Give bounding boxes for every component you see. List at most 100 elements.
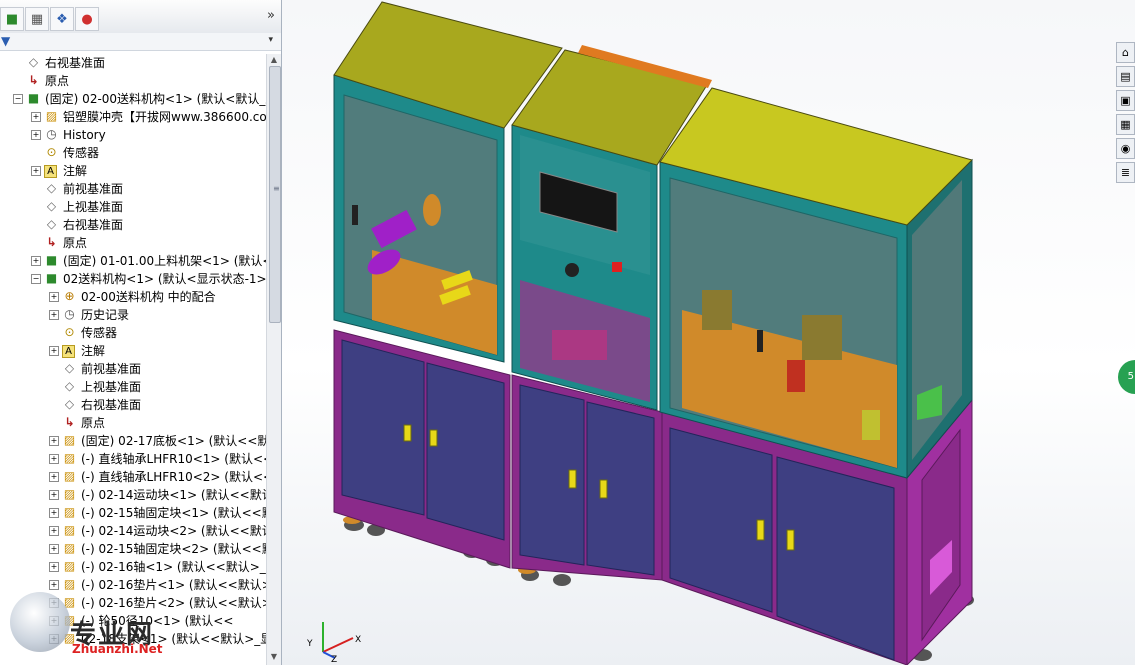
triad-z-label: Z: [331, 655, 337, 662]
file-explorer-icon[interactable]: ▣: [1116, 90, 1135, 111]
tree-node-label: (-) 02-14运动块<2> (默认<<默认>_: [81, 524, 266, 538]
tree-node-label: 注解: [63, 164, 88, 178]
assembly-icon: ■: [27, 91, 40, 105]
part-icon: ▨: [63, 433, 76, 447]
tree-node-label: (-) 02-14运动块<1> (默认<<默认>_: [81, 488, 266, 502]
plane-icon: ◇: [64, 379, 75, 393]
view-palette-icon[interactable]: ▦: [1116, 114, 1135, 135]
tree-node-label: 右视基准面: [45, 56, 106, 70]
machine-model: [333, 1, 974, 665]
origin-icon: ↳: [64, 415, 75, 429]
tree-node-label: 右视基准面: [63, 218, 124, 232]
feature-tree: ◇ 右视基准面 ↳ 原点 − ■ (固定) 02-00送料机构<1> (默认<默认_显示 + ▨…: [0, 54, 266, 665]
plane-icon: ◇: [64, 361, 75, 375]
expand-icon[interactable]: +: [49, 454, 59, 464]
sensor-icon: ⊙: [46, 145, 57, 159]
history-icon: ◷: [46, 127, 57, 141]
graphics-area[interactable]: ⌂ ▤ ▣ ▦ ◉ ≣ 5: [282, 0, 1135, 665]
tree-node-label: 前视基准面: [81, 362, 142, 376]
expand-icon[interactable]: +: [49, 436, 59, 446]
panel-toolbar: ■ ▦ ❖ ● »: [0, 0, 281, 34]
annotation-icon: A: [62, 345, 75, 358]
coordinate-triad: Y X Z: [306, 622, 361, 662]
watermark-logo-icon: [10, 592, 70, 652]
annotation-icon: A: [44, 165, 57, 178]
tree-node-label: 原点: [45, 74, 70, 88]
tree-node-label: 历史记录: [81, 308, 130, 322]
filter-icon[interactable]: ▼: [1, 34, 10, 48]
tree-node-label: 原点: [81, 416, 106, 430]
part-icon: ▨: [63, 469, 76, 483]
expand-icon[interactable]: +: [49, 292, 59, 302]
tree-node-label: 原点: [63, 236, 88, 250]
display-manager-tab-icon[interactable]: ●: [75, 7, 99, 31]
plane-icon: ◇: [46, 217, 57, 231]
tree-node-label: (-) 直线轴承LHFR10<1> (默认<<默: [81, 452, 266, 466]
tree-node-label: (固定) 02-17底板<1> (默认<<默认>: [81, 434, 266, 448]
expand-icon[interactable]: +: [49, 526, 59, 536]
expand-icon[interactable]: +: [31, 130, 41, 140]
tree-node-label: (固定) 02-00送料机构<1> (默认<默认_显示: [45, 92, 266, 106]
tree-node-label: (固定) 01-01.00上料机架<1> (默认<默认: [63, 254, 266, 268]
zoom-badge-label: 5: [1127, 371, 1134, 382]
tree-scrollbar[interactable]: ▲ ≡ ▼: [266, 54, 281, 665]
origin-icon: ↳: [28, 73, 39, 87]
history-icon: ◷: [64, 307, 75, 321]
appearances-icon[interactable]: ◉: [1116, 138, 1135, 159]
tree-node-label: 上视基准面: [81, 380, 142, 394]
tree-node-label: (-) 02-15轴固定块<1> (默认<<默认: [81, 506, 266, 520]
plane-icon: ◇: [64, 397, 75, 411]
part-icon: ▨: [63, 559, 76, 573]
configuration-manager-tab-icon[interactable]: ❖: [50, 7, 74, 31]
tree-node-label: 传感器: [81, 326, 118, 340]
sensor-icon: ⊙: [64, 325, 75, 339]
expand-icon[interactable]: +: [31, 112, 41, 122]
chevron-down-icon[interactable]: ▾: [268, 35, 273, 45]
expand-icon[interactable]: +: [49, 310, 59, 320]
expand-icon[interactable]: +: [49, 472, 59, 482]
tree-node-label: (-) 直线轴承LHFR10<2> (默认<<默: [81, 470, 266, 484]
property-manager-tab-icon[interactable]: ▦: [25, 7, 49, 31]
tree-node-label: 上视基准面: [63, 200, 124, 214]
assembly-icon: ■: [45, 271, 58, 285]
plane-icon: ◇: [28, 55, 39, 69]
expand-icon[interactable]: +: [49, 580, 59, 590]
expand-icon[interactable]: +: [31, 256, 41, 266]
expand-icon[interactable]: +: [49, 346, 59, 356]
plane-icon: ◇: [46, 181, 57, 195]
feature-manager-panel: ■ ▦ ❖ ● » ▼ ▾ ◇ 右视基准面 ↳ 原点 − ■ (固定) 02-00送料机构<…: [0, 0, 282, 665]
scroll-down-icon[interactable]: ▼: [268, 652, 280, 664]
design-library-icon[interactable]: ⌂: [1116, 42, 1135, 63]
task-pane-tabs: ⌂ ▤ ▣ ▦ ◉ ≣: [1116, 42, 1135, 186]
expand-icon[interactable]: +: [31, 166, 41, 176]
toolbox-icon[interactable]: ▤: [1116, 66, 1135, 87]
expand-icon[interactable]: +: [49, 490, 59, 500]
scroll-thumb[interactable]: ≡: [269, 66, 281, 323]
collapse-icon[interactable]: −: [31, 274, 41, 284]
tree-node-label: 前视基准面: [63, 182, 124, 196]
expand-icon[interactable]: +: [49, 508, 59, 518]
watermark: 专业网 Zhuanzhi.Net: [0, 590, 200, 665]
watermark-url: Zhuanzhi.Net: [72, 642, 163, 656]
collapse-icon[interactable]: −: [13, 94, 23, 104]
tree-node-label: 02送料机构<1> (默认<显示状态-1>): [63, 272, 266, 286]
tree-node-label: 传感器: [63, 146, 100, 160]
tree-node-label: (-) 02-16轴<1> (默认<<默认>_显示: [81, 560, 266, 574]
part-icon: ▨: [63, 523, 76, 537]
part-icon: ▨: [63, 505, 76, 519]
tree-node-label: 注解: [81, 344, 106, 358]
tree-filter-bar[interactable]: ▼ ▾: [0, 33, 281, 51]
more-tabs-icon[interactable]: »: [267, 8, 275, 23]
expand-icon[interactable]: +: [49, 562, 59, 572]
feature-manager-tab-icon[interactable]: ■: [0, 7, 24, 31]
part-icon: ▨: [63, 487, 76, 501]
tree-node-label: 右视基准面: [81, 398, 142, 412]
expand-icon[interactable]: +: [49, 544, 59, 554]
part-icon: ▨: [63, 451, 76, 465]
triad-x-axis: [322, 637, 354, 653]
upper-middle-enclosure: [511, 124, 658, 411]
custom-properties-icon[interactable]: ≣: [1116, 162, 1135, 183]
tree-node-label: 02-00送料机构 中的配合: [81, 290, 216, 304]
part-icon: ▨: [45, 109, 58, 123]
triad-x-label: X: [355, 635, 361, 645]
